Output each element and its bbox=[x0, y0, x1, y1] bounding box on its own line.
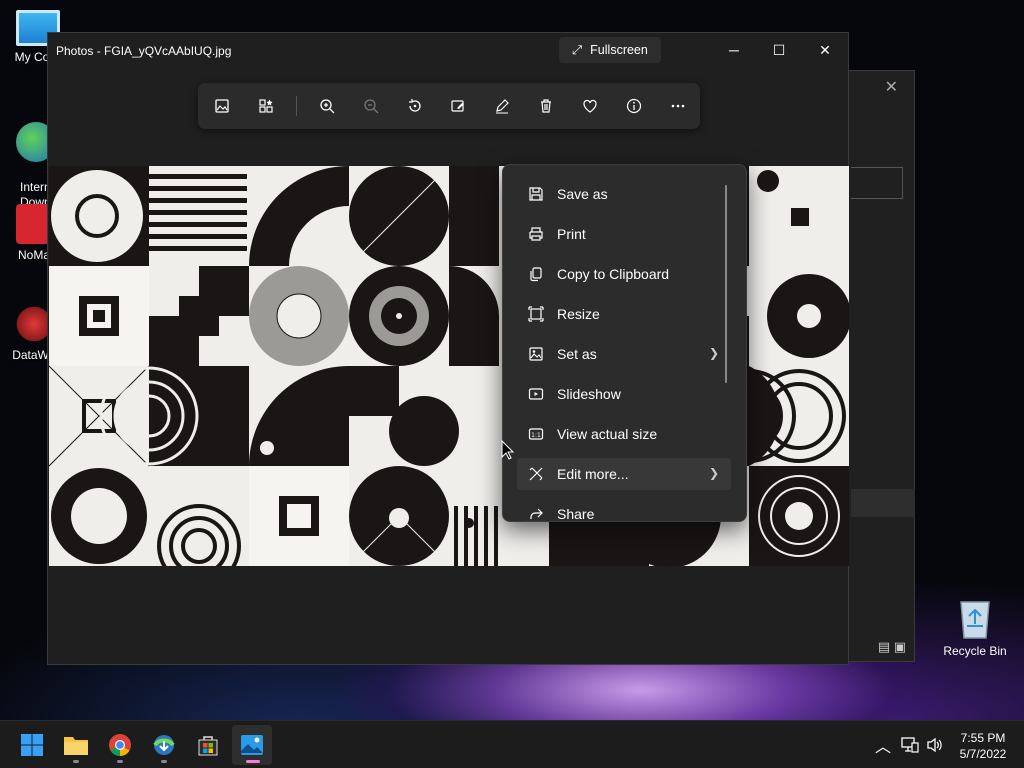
recycle-bin-label: Recycle Bin bbox=[943, 644, 1007, 658]
menu-item-label: Print bbox=[557, 226, 586, 242]
more-icon[interactable] bbox=[656, 83, 700, 129]
menu-item-label: Resize bbox=[557, 306, 600, 322]
resize-icon bbox=[528, 306, 544, 322]
menu-item-copy-to-clipboard[interactable]: Copy to Clipboard bbox=[517, 258, 731, 290]
taskbar-chrome[interactable] bbox=[100, 725, 140, 765]
image-icon[interactable] bbox=[200, 83, 244, 129]
background-selection bbox=[851, 489, 915, 517]
chevron-right-icon: ❯ bbox=[708, 466, 719, 480]
chrome-icon bbox=[109, 734, 131, 756]
photo-toolbar bbox=[198, 83, 700, 129]
menu-item-set-as[interactable]: Set as ❯ bbox=[517, 338, 731, 370]
favorite-icon[interactable] bbox=[568, 83, 612, 129]
menu-scrollbar[interactable] bbox=[725, 185, 727, 383]
background-field bbox=[851, 167, 903, 199]
rotate-icon[interactable] bbox=[393, 83, 437, 129]
menu-item-label: Save as bbox=[557, 186, 608, 202]
system-clock[interactable]: 7:55 PM 5/7/2022 bbox=[952, 730, 1014, 762]
title-bar[interactable]: Photos - FGIA_yQVcAAbIUQ.jpg ⤢ Fullscree… bbox=[48, 33, 848, 69]
slideshow-icon bbox=[528, 386, 544, 402]
menu-item-save-as[interactable]: Save as bbox=[517, 178, 731, 210]
menu-item-label: Copy to Clipboard bbox=[557, 266, 670, 282]
chevron-up-icon[interactable]: ︿ bbox=[875, 733, 891, 757]
taskbar-download-manager[interactable] bbox=[144, 725, 184, 765]
close-icon[interactable]: ✕ bbox=[885, 77, 898, 97]
desktop-icon-recycle-bin[interactable]: Recycle Bin bbox=[940, 596, 1010, 658]
menu-item-label: Share bbox=[557, 506, 595, 522]
menu-item-label: View actual size bbox=[557, 426, 658, 442]
view-toggle-icons[interactable]: ▤ ▣ bbox=[878, 639, 906, 655]
zoom-in-icon[interactable] bbox=[305, 83, 349, 129]
taskbar-file-explorer[interactable] bbox=[56, 725, 96, 765]
fullscreen-label: Fullscreen bbox=[590, 43, 648, 57]
taskbar-store[interactable] bbox=[188, 725, 228, 765]
zoom-out-icon[interactable] bbox=[349, 83, 393, 129]
edit-more-icon bbox=[528, 466, 544, 482]
photos-app-icon bbox=[241, 735, 263, 755]
edit-image-icon[interactable] bbox=[437, 83, 481, 129]
menu-item-view-actual-size[interactable]: 1:1 View actual size bbox=[517, 418, 731, 450]
network-icon[interactable] bbox=[901, 737, 919, 753]
menu-item-resize[interactable]: Resize bbox=[517, 298, 731, 330]
folder-icon bbox=[64, 737, 88, 755]
set-as-icon bbox=[528, 346, 544, 362]
nomachine-icon bbox=[16, 204, 50, 244]
menu-item-slideshow[interactable]: Slideshow bbox=[517, 378, 731, 410]
more-options-menu: Save as Print Copy to Clipboard Resize S… bbox=[502, 164, 747, 522]
taskbar-photos[interactable] bbox=[232, 725, 272, 765]
menu-item-print[interactable]: Print bbox=[517, 218, 731, 250]
active-indicator bbox=[246, 760, 260, 763]
maximize-button[interactable]: ☐ bbox=[756, 33, 802, 67]
copy-icon bbox=[528, 266, 544, 282]
running-indicator bbox=[117, 760, 123, 763]
toolbar-separator bbox=[295, 96, 297, 116]
menu-item-share[interactable]: Share bbox=[517, 498, 731, 522]
close-button[interactable]: ✕ bbox=[802, 33, 848, 67]
mouse-cursor bbox=[501, 440, 515, 460]
svg-text:1:1: 1:1 bbox=[531, 432, 541, 439]
windows-logo-icon bbox=[21, 734, 43, 756]
running-indicator bbox=[161, 760, 167, 763]
save-icon bbox=[528, 186, 544, 202]
download-manager-icon bbox=[153, 735, 175, 755]
delete-icon[interactable] bbox=[524, 83, 568, 129]
start-button[interactable] bbox=[12, 725, 52, 765]
store-icon bbox=[198, 736, 218, 756]
minimize-button[interactable]: ─ bbox=[711, 33, 757, 67]
clock-time: 7:55 PM bbox=[960, 731, 1006, 745]
menu-item-label: Slideshow bbox=[557, 386, 621, 402]
share-icon bbox=[528, 506, 544, 521]
chevron-right-icon: ❯ bbox=[708, 346, 719, 360]
draw-icon[interactable] bbox=[480, 83, 524, 129]
print-icon bbox=[528, 226, 544, 242]
info-icon[interactable] bbox=[612, 83, 656, 129]
menu-item-edit-more[interactable]: Edit more... ❯ bbox=[517, 458, 731, 490]
apps-icon[interactable] bbox=[244, 83, 288, 129]
expand-icon: ⤢ bbox=[572, 42, 583, 57]
fullscreen-button[interactable]: ⤢ Fullscreen bbox=[559, 37, 661, 63]
window-title: Photos - FGIA_yQVcAAbIUQ.jpg bbox=[56, 44, 232, 58]
menu-item-label: Set as bbox=[557, 346, 597, 362]
clock-date: 5/7/2022 bbox=[959, 747, 1007, 761]
running-indicator bbox=[73, 760, 79, 763]
taskbar: ︿ 7:55 PM 5/7/2022 bbox=[0, 720, 1024, 768]
menu-item-label: Edit more... bbox=[557, 466, 629, 482]
volume-icon[interactable] bbox=[926, 737, 944, 753]
recycle-bin-icon bbox=[960, 601, 990, 639]
actual-size-icon: 1:1 bbox=[528, 426, 544, 442]
photos-window: Photos - FGIA_yQVcAAbIUQ.jpg ⤢ Fullscree… bbox=[47, 32, 849, 665]
